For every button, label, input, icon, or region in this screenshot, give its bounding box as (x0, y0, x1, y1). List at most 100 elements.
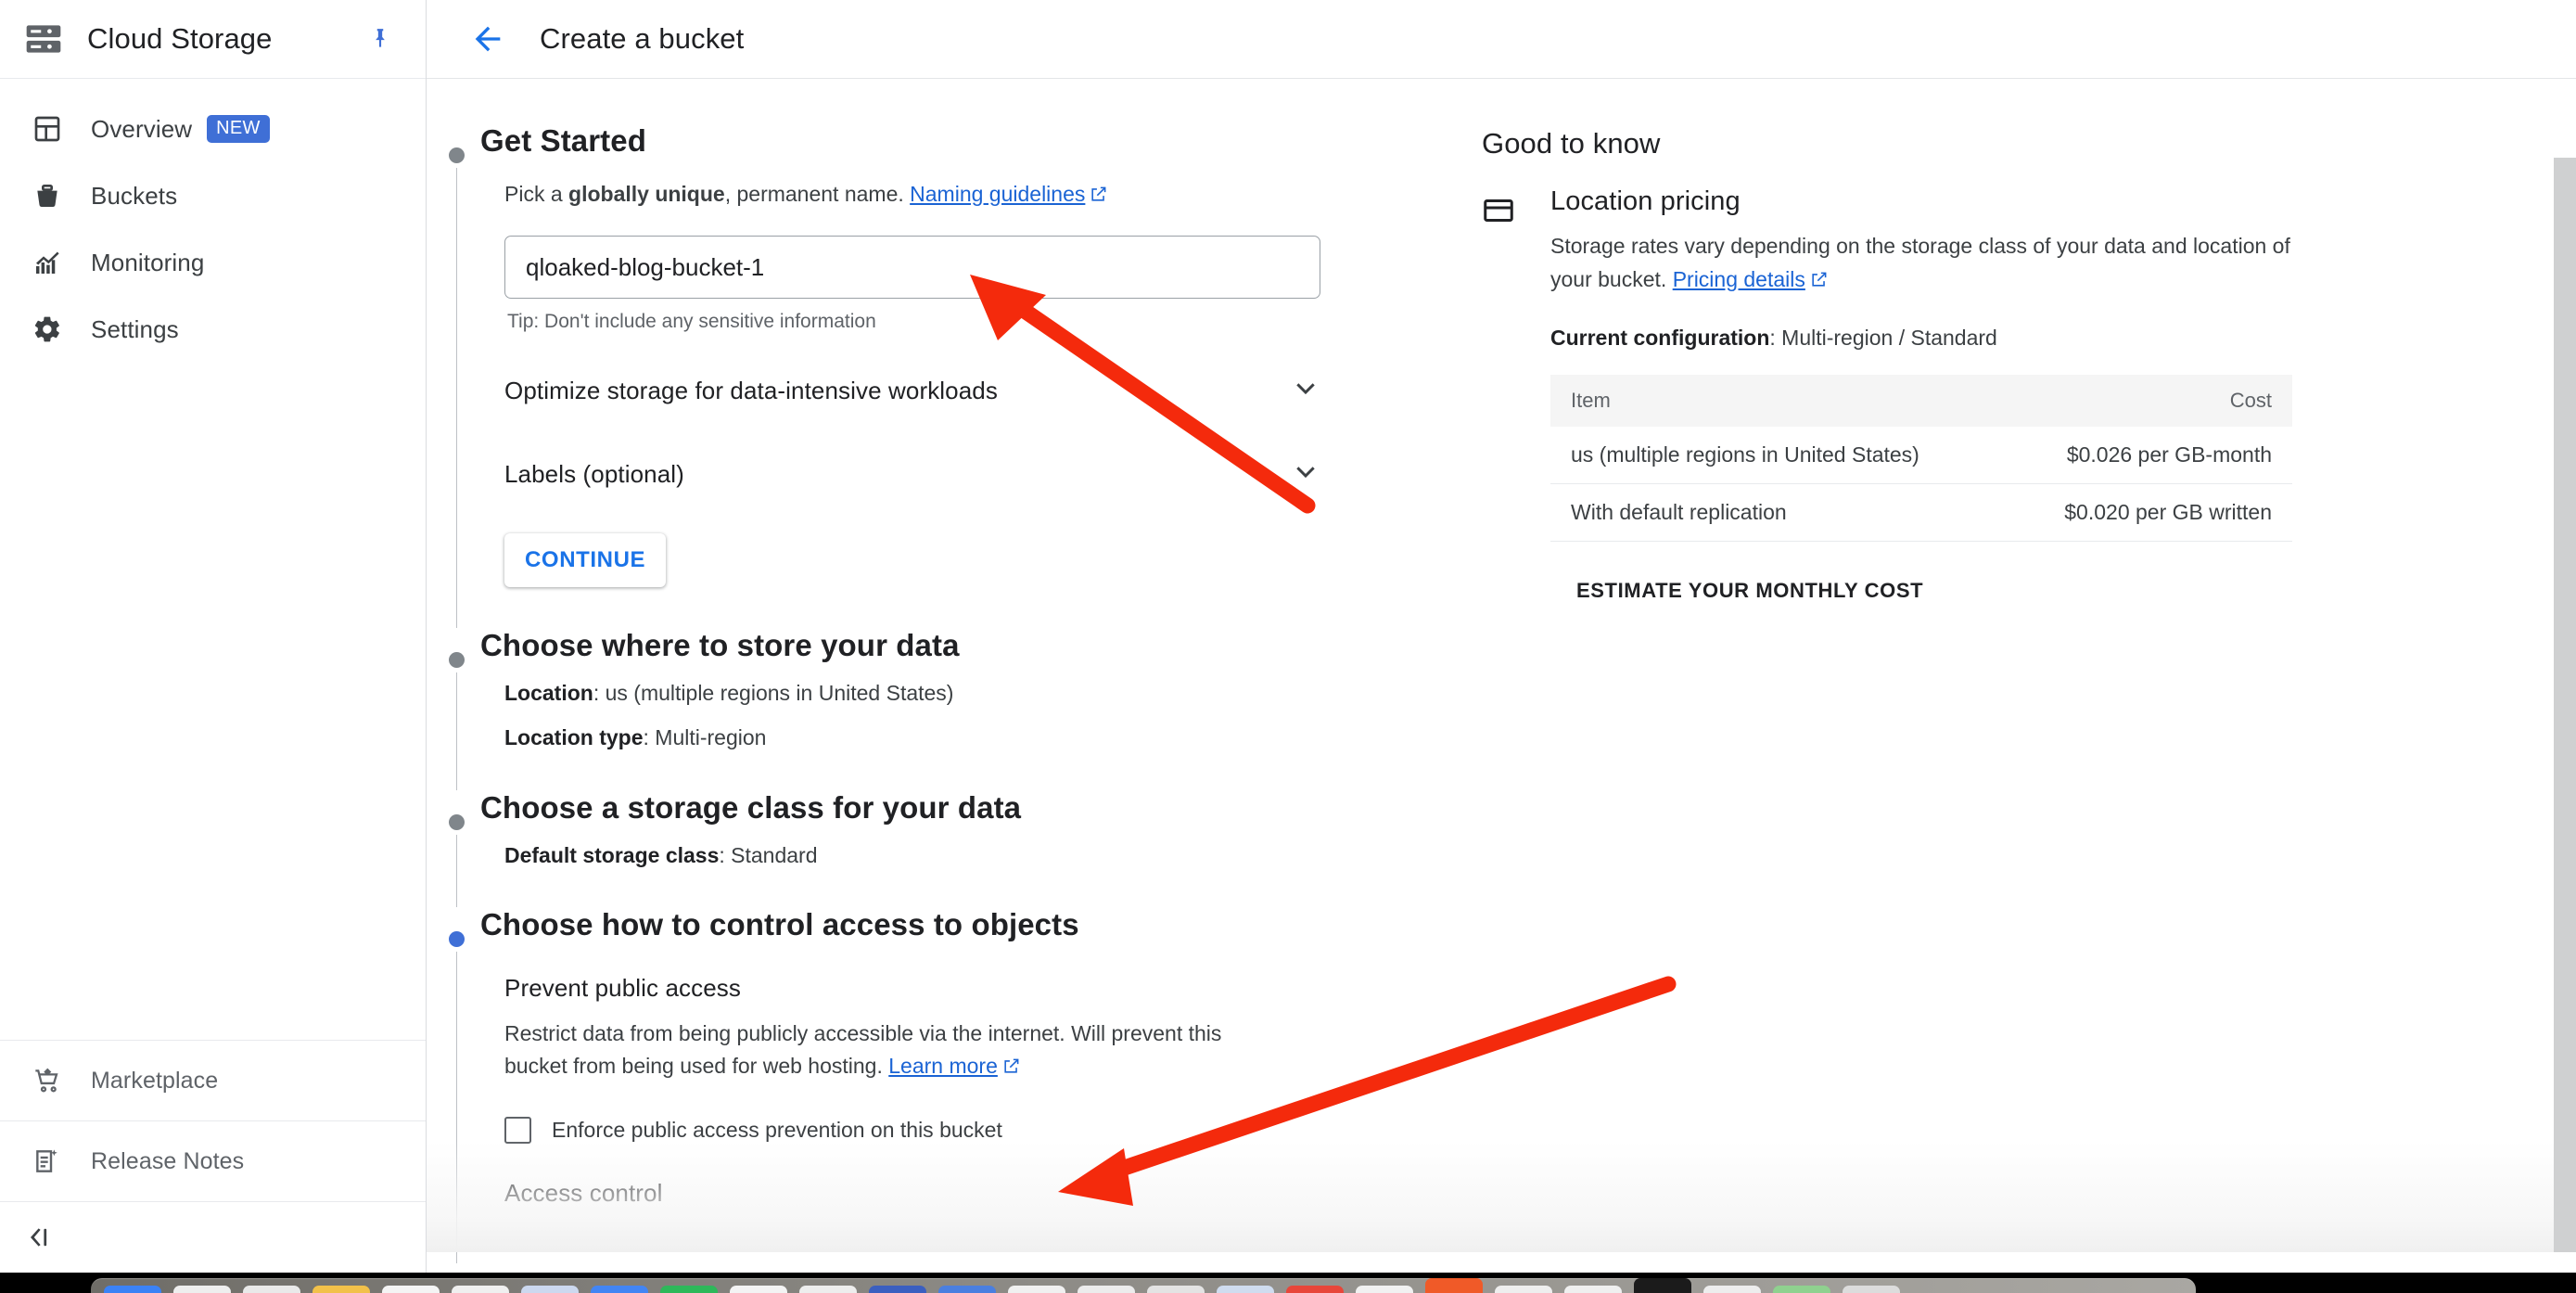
collapse-panel-icon[interactable] (0, 1202, 426, 1273)
dock-icon[interactable] (382, 1286, 440, 1293)
step-rail (456, 168, 457, 629)
current-config-value: : Multi-region / Standard (1769, 326, 1997, 351)
naming-guidelines-link[interactable]: Naming guidelines (910, 182, 1085, 206)
dock-icon[interactable] (1286, 1286, 1344, 1293)
pricing-table: Item Cost us (multiple regions in United… (1550, 375, 2292, 543)
dock-icon[interactable] (1843, 1286, 1900, 1293)
bucket-name-input[interactable]: qloaked-blog-bucket-1 (504, 236, 1320, 300)
dock-icon[interactable] (1703, 1286, 1761, 1293)
pricing-details-link[interactable]: Pricing details (1673, 267, 1805, 291)
bucket-name-hint: Tip: Don't include any sensitive informa… (507, 311, 876, 333)
dock-icon[interactable] (1147, 1286, 1205, 1293)
chevron-down-icon (1291, 457, 1320, 492)
location-pricing-card: Location pricing Storage rates vary depe… (1482, 186, 2576, 603)
sidebar-item-monitoring[interactable]: Monitoring (0, 229, 426, 296)
table-header-row: Item Cost (1550, 375, 2292, 428)
macos-dock (0, 1273, 2576, 1293)
scrollbar-thumb[interactable] (2554, 158, 2576, 853)
release-notes-icon (26, 1146, 69, 1176)
table-row: With default replication $0.020 per GB w… (1550, 483, 2292, 543)
sidebar-header: Cloud Storage (0, 0, 426, 79)
access-control-title: Access control (504, 1178, 663, 1207)
step-body: Default storage class: Standard (480, 840, 1428, 870)
cell-item: us (multiple regions in United States) (1550, 427, 2004, 485)
dock-icon[interactable] (938, 1286, 996, 1293)
dock-icon[interactable] (660, 1286, 718, 1293)
dock-icon[interactable] (591, 1286, 648, 1293)
pin-icon[interactable] (364, 23, 396, 55)
optimize-storage-expander[interactable]: Optimize storage for data-intensive work… (504, 366, 1320, 415)
estimate-monthly-cost-button[interactable]: ESTIMATE YOUR MONTHLY COST (1576, 579, 2292, 603)
step-get-started: Get Started Pick a globally unique, perm… (427, 123, 1428, 629)
dock-icon[interactable] (1495, 1286, 1552, 1293)
pricing-desc-text: Storage rates vary depending on the stor… (1550, 234, 2290, 291)
product-title: Cloud Storage (87, 22, 273, 55)
step-choose-location: Choose where to store your data Location… (427, 628, 1428, 790)
dock-icon[interactable] (869, 1286, 926, 1293)
step-heading: Choose a storage class for your data (480, 789, 1022, 825)
current-config-key: Current configuration (1550, 326, 1770, 351)
sidebar-item-buckets[interactable]: Buckets (0, 162, 426, 229)
location-pricing-description: Storage rates vary depending on the stor… (1550, 230, 2292, 298)
cell-cost: $0.020 per GB written (2003, 483, 2292, 543)
sidebar-item-release-notes[interactable]: Release Notes (0, 1121, 426, 1201)
current-configuration: Current configuration: Multi-region / St… (1550, 326, 2292, 351)
default-storage-key: Default storage class (504, 842, 720, 867)
new-badge: NEW (207, 115, 270, 143)
sidebar-item-label: Buckets (91, 181, 178, 210)
dock-icon[interactable] (521, 1286, 579, 1293)
bucket-icon (26, 181, 69, 211)
dock-icon[interactable] (1425, 1278, 1483, 1293)
location-pricing-content: Location pricing Storage rates vary depe… (1550, 186, 2292, 603)
credit-card-icon (1482, 186, 1524, 603)
sidebar-item-label: Release Notes (91, 1147, 245, 1174)
gear-icon (26, 314, 69, 344)
default-storage-value: : Standard (719, 842, 818, 867)
continue-button[interactable]: CONTINUE (504, 533, 667, 588)
dock-icon[interactable] (243, 1286, 300, 1293)
learn-more-link[interactable]: Learn more (888, 1054, 998, 1078)
dock-icon[interactable] (1564, 1286, 1622, 1293)
external-link-icon (1090, 181, 1107, 211)
location-type-key: Location type (504, 725, 644, 750)
dock-icon[interactable] (730, 1286, 787, 1293)
vertical-scrollbar[interactable] (2554, 158, 2576, 1252)
chevron-down-icon (1291, 374, 1320, 408)
sidebar-item-marketplace[interactable]: Marketplace (0, 1041, 426, 1120)
dock-icon[interactable] (799, 1286, 857, 1293)
dock-icon[interactable] (1634, 1278, 1691, 1293)
prevent-desc-text: Restrict data from being publicly access… (504, 1020, 1222, 1079)
dock-icon[interactable] (1773, 1286, 1830, 1293)
dock-icon[interactable] (1356, 1286, 1413, 1293)
dock-icon[interactable] (452, 1286, 509, 1293)
labels-expander[interactable]: Labels (optional) (504, 450, 1320, 498)
enforce-public-access-prevention-checkbox[interactable]: Enforce public access prevention on this… (504, 1116, 1428, 1144)
sidebar-item-overview[interactable]: Overview NEW (0, 96, 426, 162)
page-header: Create a bucket (427, 0, 2576, 79)
step-rail (456, 951, 457, 1263)
sidebar-item-label: Settings (91, 314, 179, 343)
good-to-know-title: Good to know (1482, 127, 1661, 160)
step-body: Location: us (multiple regions in United… (480, 678, 1428, 752)
arrow-back-icon[interactable] (462, 13, 514, 65)
dock-icon[interactable] (1217, 1286, 1274, 1293)
step-bullet-active (449, 930, 465, 947)
default-storage-class-summary: Default storage class: Standard (504, 840, 1428, 870)
sidebar-nav: Overview NEW Buckets Monitoring Settings (0, 79, 426, 363)
column-header-cost: Cost (2003, 375, 2292, 428)
desc-bold: globally unique (568, 181, 725, 206)
step-rail (456, 672, 457, 790)
step-heading: Get Started (480, 123, 646, 158)
step-heading: Choose where to store your data (480, 628, 960, 663)
step-body: Prevent public access Restrict data from… (480, 974, 1428, 1208)
dock-icon[interactable] (312, 1286, 370, 1293)
dock-icon[interactable] (1078, 1286, 1135, 1293)
step-rail (456, 834, 457, 907)
sidebar-item-settings[interactable]: Settings (0, 296, 426, 363)
dock-icon[interactable] (1008, 1286, 1065, 1293)
location-type-value: : Multi-region (643, 725, 767, 750)
dock-icon[interactable] (173, 1286, 231, 1293)
step-access-control: Choose how to control access to objects … (427, 907, 1428, 1263)
dock-icon[interactable] (104, 1286, 161, 1293)
